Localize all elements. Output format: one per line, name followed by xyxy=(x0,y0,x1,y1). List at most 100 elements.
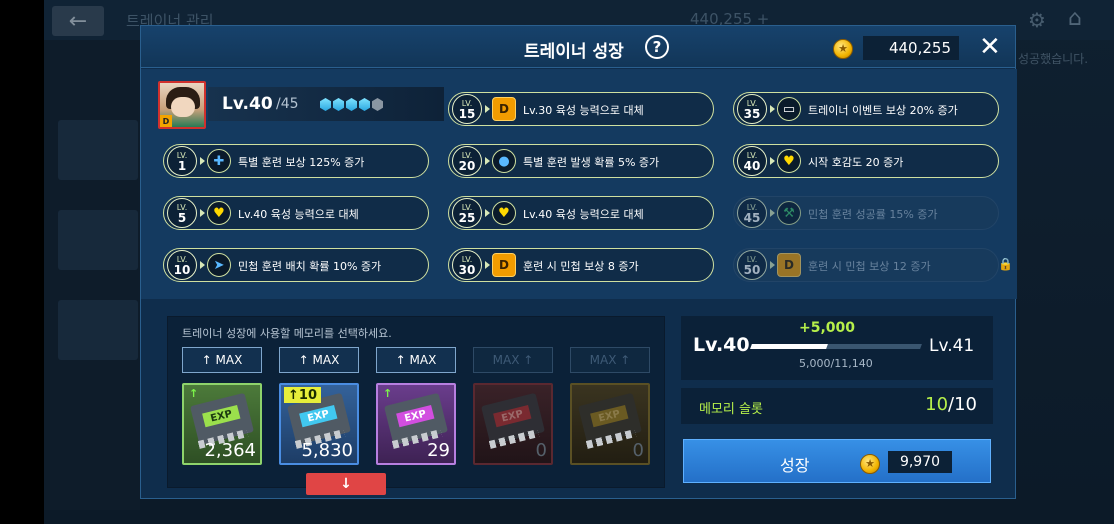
skill-text: Lv.40 육성 능력으로 대체 xyxy=(238,208,359,221)
modal-header: 트레이너 성장 ? ★ 440,255 ✕ xyxy=(141,26,1015,68)
current-level: Lv.40 xyxy=(222,94,273,114)
chat-icon: ▭ xyxy=(777,97,801,121)
arrow-right-icon xyxy=(200,157,205,165)
memory-chip-blue[interactable]: EXP 5,830 ↑10 xyxy=(279,383,359,465)
skill-text: 훈련 시 민첩 보상 12 증가 xyxy=(808,260,931,273)
to-level: Lv.41 xyxy=(929,336,975,356)
chip-count: 29 xyxy=(427,440,450,461)
max-button[interactable]: ↑ MAX xyxy=(376,347,456,373)
arrow-right-icon xyxy=(200,209,205,217)
memory-slot-label: 메모리 슬롯 xyxy=(699,402,763,417)
background-tile xyxy=(58,120,138,180)
gold-coin-icon: ★ xyxy=(833,37,853,59)
skill-level: 15 xyxy=(458,107,476,121)
skill-item-lv15[interactable]: LV. 15 D Lv.30 육성 능력으로 대체 xyxy=(448,92,714,126)
memory-chip-red[interactable]: EXP 0 xyxy=(473,383,553,465)
max-button[interactable]: ↑ MAX xyxy=(279,347,359,373)
modal-title: 트레이너 성장 xyxy=(524,42,624,62)
water-drop-icon: ● xyxy=(492,149,516,173)
skill-item-lv5[interactable]: LV. 5 ♥ Lv.40 육성 능력으로 대체 xyxy=(163,196,429,230)
skill-item-lv30[interactable]: LV. 30 D 훈련 시 민첩 보상 8 증가 xyxy=(448,248,714,282)
skill-text: 특별 훈련 발생 확률 5% 증가 xyxy=(523,156,660,169)
skill-item-lv1[interactable]: LV. 1 ✚ 특별 훈련 보상 125% 증가 xyxy=(163,144,429,178)
chip-label: EXP xyxy=(590,404,629,428)
skill-text: 시작 호감도 20 증가 xyxy=(808,156,904,169)
max-level: /45 xyxy=(276,96,299,112)
skill-item-lv35[interactable]: LV. 35 ▭ 트레이너 이벤트 보상 20% 증가 xyxy=(733,92,999,126)
arrow-right-icon xyxy=(485,157,490,165)
exp-progress: 5,000/11,140 xyxy=(799,357,873,370)
skill-item-lv50[interactable]: LV. 50 D 훈련 시 민첩 보상 12 증가 xyxy=(733,248,999,282)
gear-icon[interactable]: ⚙ xyxy=(1028,8,1046,32)
decrease-button[interactable]: ↓ xyxy=(306,473,386,495)
skill-item-lv45[interactable]: LV. 45 ⚒ 민첩 훈련 성공률 15% 증가 xyxy=(733,196,999,230)
gem-icon xyxy=(359,98,370,111)
background-left-panel xyxy=(44,40,140,510)
skill-level-badge: LV. 20 xyxy=(452,146,482,176)
chip-label: EXP xyxy=(202,404,241,428)
skill-level: 1 xyxy=(177,159,187,173)
heart-icon: ♥ xyxy=(492,201,516,225)
skill-level-badge: LV. 5 xyxy=(167,198,197,228)
gold-coin-icon: ★ xyxy=(860,452,880,474)
grow-button[interactable]: 성장 ★ 9,970 xyxy=(683,439,991,483)
memory-hint: 트레이너 성장에 사용할 메모리를 선택하세요. xyxy=(182,327,392,340)
skill-level: 45 xyxy=(743,211,761,225)
max-button: MAX ↑ xyxy=(473,347,553,373)
runner-icon: ➤ xyxy=(207,253,231,277)
memory-chip-purple[interactable]: EXP 29 ↑ xyxy=(376,383,456,465)
skill-item-lv25[interactable]: LV. 25 ♥ Lv.40 육성 능력으로 대체 xyxy=(448,196,714,230)
grow-button-label: 성장 xyxy=(780,456,810,475)
home-icon[interactable]: ⌂ xyxy=(1068,6,1082,31)
skill-level-badge: LV. 25 xyxy=(452,198,482,228)
gem-icon xyxy=(346,98,357,111)
skill-text: 민첩 훈련 성공률 15% 증가 xyxy=(808,208,938,221)
memory-chip-gold[interactable]: EXP 0 xyxy=(570,383,650,465)
help-icon[interactable]: ? xyxy=(645,35,669,59)
skill-item-lv20[interactable]: LV. 20 ● 특별 훈련 발생 확률 5% 증가 xyxy=(448,144,714,178)
chip-count: 2,364 xyxy=(204,440,256,461)
back-button[interactable]: ← xyxy=(52,6,104,36)
skill-level: 25 xyxy=(458,211,476,225)
memory-panel: 트레이너 성장에 사용할 메모리를 선택하세요. ↑ MAX ↑ MAX ↑ MAX… xyxy=(167,316,665,495)
skill-text: 트레이너 이벤트 보상 20% 증가 xyxy=(808,104,958,117)
background-tile xyxy=(58,210,138,270)
exp-bar-fill xyxy=(750,344,829,349)
exp-bar xyxy=(750,344,922,349)
close-icon[interactable]: ✕ xyxy=(979,32,1001,62)
trainer-profile: D Lv.40 /45 xyxy=(158,81,444,131)
skill-level: 5 xyxy=(177,211,187,225)
arrow-right-icon xyxy=(770,105,775,113)
skill-level: 20 xyxy=(458,159,476,173)
skill-level: 30 xyxy=(458,263,476,277)
chip-label: EXP xyxy=(493,404,532,428)
heart-icon: ♥ xyxy=(207,201,231,225)
arrow-up-icon: ↑ xyxy=(383,387,393,400)
chip-label: EXP xyxy=(299,404,338,428)
skill-level: 40 xyxy=(743,159,761,173)
exp-gain: +5,000 xyxy=(799,320,856,336)
memory-chip-green[interactable]: EXP 2,364 ↑ xyxy=(182,383,262,465)
skill-item-lv40[interactable]: LV. 40 ♥ 시작 호감도 20 증가 xyxy=(733,144,999,178)
max-button[interactable]: ↑ MAX xyxy=(182,347,262,373)
gold-amount: 440,255 xyxy=(863,36,959,60)
arrow-right-icon xyxy=(770,157,775,165)
skill-level-badge: LV. 1 xyxy=(167,146,197,176)
avatar[interactable]: D xyxy=(158,81,206,129)
skill-level-badge: LV. 35 xyxy=(737,94,767,124)
skill-level: 10 xyxy=(173,263,191,277)
arrow-right-icon xyxy=(770,261,775,269)
skill-level-badge: LV. 15 xyxy=(452,94,482,124)
arrow-right-icon xyxy=(485,261,490,269)
selected-amount: ↑10 xyxy=(284,387,321,403)
skill-level-badge: LV. 30 xyxy=(452,250,482,280)
skill-text: 민첩 훈련 배치 확률 10% 증가 xyxy=(238,260,382,273)
max-button: MAX ↑ xyxy=(570,347,650,373)
d-grade-icon: D xyxy=(777,253,801,277)
arrow-right-icon xyxy=(485,209,490,217)
gem-indicator xyxy=(320,98,383,111)
skill-text: Lv.30 육성 능력으로 대체 xyxy=(523,104,644,117)
dumbbell-icon: ⚒ xyxy=(777,201,801,225)
d-grade-icon: D xyxy=(492,253,516,277)
skill-item-lv10[interactable]: LV. 10 ➤ 민첩 훈련 배치 확률 10% 증가 xyxy=(163,248,429,282)
